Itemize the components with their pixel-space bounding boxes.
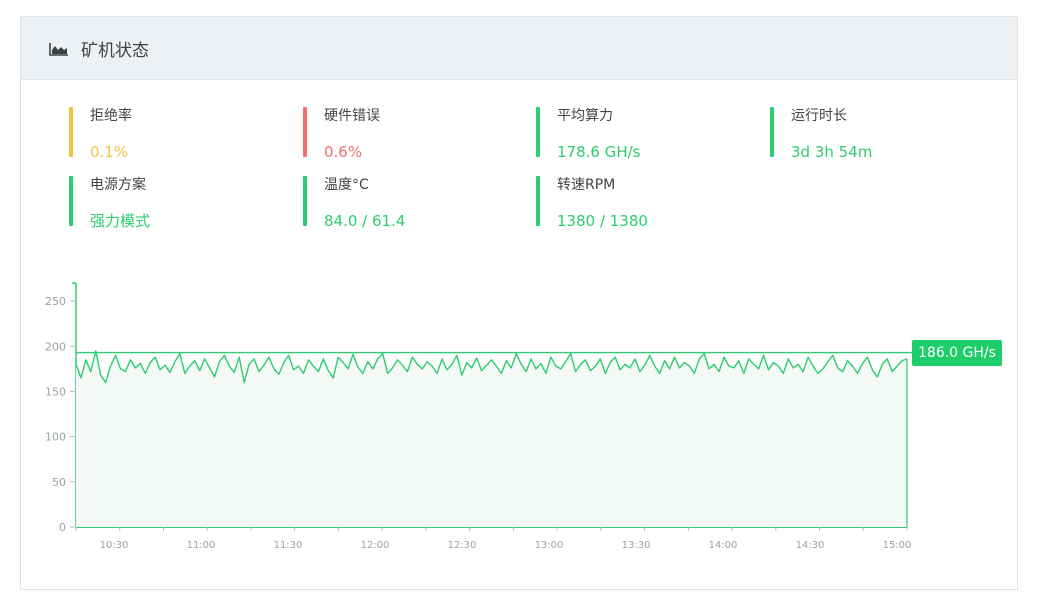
x-tick-label: 12:30: [448, 540, 477, 551]
x-tick-label: 11:30: [274, 540, 303, 551]
x-tick-label: 15:00: [883, 540, 912, 551]
x-tick-label: 13:00: [535, 540, 564, 551]
series-area-fill: [76, 350, 907, 527]
x-tick-label: 14:30: [796, 540, 825, 551]
y-tick-label: 200: [45, 340, 66, 353]
y-tick-label: 0: [59, 521, 66, 534]
y-tick-label: 150: [45, 385, 66, 398]
x-tick-label: 14:00: [709, 540, 738, 551]
x-tick-label: 12:00: [361, 540, 390, 551]
y-tick-label: 50: [52, 476, 66, 489]
x-tick-label: 11:00: [187, 540, 216, 551]
y-tick-label: 250: [45, 295, 66, 308]
y-tick-label: 100: [45, 431, 66, 444]
x-tick-label: 13:30: [622, 540, 651, 551]
current-hashrate-badge: 186.0 GH/s: [912, 340, 1002, 366]
x-tick-label: 10:30: [100, 540, 129, 551]
hashrate-chart: 0 50 100 150 200 250 10:30 11:00 11:30 12:00 12:30…: [45, 282, 912, 551]
